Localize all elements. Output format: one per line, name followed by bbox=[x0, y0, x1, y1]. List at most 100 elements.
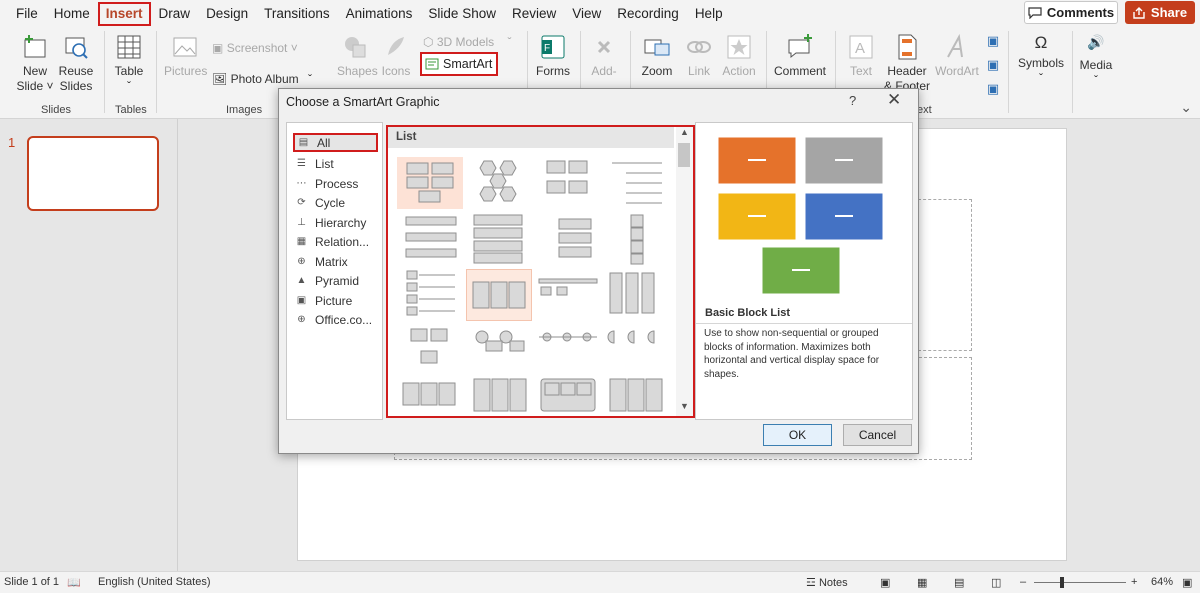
media-button[interactable]: 🔊 Media ˇ bbox=[1078, 35, 1114, 88]
fit-to-window-icon[interactable]: ▣ bbox=[1182, 576, 1192, 589]
symbols-button[interactable]: Ω Symbols ˇ bbox=[1018, 34, 1064, 86]
zoom-level[interactable]: 64% bbox=[1151, 576, 1173, 588]
category-relationship[interactable]: ▦ Relation... bbox=[296, 232, 369, 251]
3d-models-button[interactable]: ⬡ 3D Models ˇ bbox=[423, 35, 512, 50]
layout-vertical-block-list[interactable] bbox=[466, 377, 532, 429]
share-label: Share bbox=[1150, 5, 1188, 20]
category-process[interactable]: ⋯ Process bbox=[296, 174, 359, 193]
category-label: Relation... bbox=[315, 234, 370, 249]
shapes-button[interactable]: Shapes bbox=[337, 33, 378, 79]
icons-button[interactable]: Icons bbox=[381, 33, 411, 79]
gallery-scrollbar[interactable]: ▲ ▼ bbox=[676, 127, 693, 416]
smartart-button[interactable]: SmartArt bbox=[420, 52, 498, 76]
close-button[interactable]: ✕ bbox=[887, 90, 901, 110]
layout-stacked-list[interactable] bbox=[604, 213, 670, 265]
menu-help[interactable]: Help bbox=[687, 2, 731, 26]
layout-vertical-box-list[interactable] bbox=[466, 213, 532, 265]
new-slide-button[interactable]: New Slide ˅ bbox=[14, 33, 56, 94]
layout-circle-line-list[interactable] bbox=[535, 325, 601, 377]
table-button[interactable]: Table ˇ bbox=[112, 33, 146, 94]
scroll-thumb[interactable] bbox=[678, 143, 690, 167]
layout-lined-list[interactable] bbox=[604, 157, 670, 209]
category-list-item[interactable]: ☰ List bbox=[296, 154, 334, 173]
slide-sorter-icon[interactable]: ▦ bbox=[917, 576, 927, 589]
menu-home[interactable]: Home bbox=[46, 2, 98, 26]
zoom-slider-thumb[interactable] bbox=[1060, 577, 1064, 588]
header-footer-button[interactable]: Header & Footer bbox=[884, 33, 930, 94]
layout-alternating-hexagons[interactable] bbox=[466, 157, 532, 209]
zoom-slider[interactable] bbox=[1034, 582, 1126, 583]
menu-draw[interactable]: Draw bbox=[151, 2, 199, 26]
help-button[interactable]: ? bbox=[849, 93, 856, 108]
layout-circle-accent-list[interactable] bbox=[466, 325, 532, 377]
date-time-button[interactable]: ▣ bbox=[985, 33, 1001, 49]
menu-review[interactable]: Review bbox=[504, 2, 564, 26]
add-ins-button[interactable]: Add- bbox=[588, 33, 620, 79]
menu-view[interactable]: View bbox=[564, 2, 609, 26]
link-button[interactable]: Link bbox=[684, 33, 714, 79]
layout-trapezoid-list[interactable] bbox=[397, 377, 463, 429]
slideshow-view-icon[interactable]: ◫ bbox=[991, 576, 1001, 589]
layout-grouped-list[interactable] bbox=[466, 269, 532, 321]
zoom-out-icon[interactable]: – bbox=[1020, 576, 1026, 588]
layout-picture-accent-list[interactable] bbox=[397, 325, 463, 377]
category-hierarchy[interactable]: ⊥ Hierarchy bbox=[296, 213, 366, 232]
category-picture[interactable]: ▣ Picture bbox=[296, 291, 353, 310]
layout-circle-arrow-list[interactable] bbox=[604, 377, 670, 429]
title-placeholder[interactable] bbox=[918, 199, 972, 351]
cancel-button[interactable]: Cancel bbox=[843, 424, 912, 446]
object-button[interactable]: ▣ bbox=[985, 81, 1001, 97]
screenshot-button[interactable]: ▣ Screenshot ˅ bbox=[212, 41, 298, 56]
ok-button[interactable]: OK bbox=[763, 424, 832, 446]
layout-horizontal-bullet-list[interactable] bbox=[535, 213, 601, 265]
reading-view-icon[interactable]: ▤ bbox=[954, 576, 964, 589]
layout-basic-block-list[interactable] bbox=[397, 157, 463, 209]
menu-file[interactable]: File bbox=[8, 2, 46, 26]
horizontal-bullet-list-icon bbox=[558, 218, 592, 258]
layout-lined-text-list[interactable] bbox=[604, 269, 670, 321]
layout-vertical-bullet-list[interactable] bbox=[397, 213, 463, 265]
menu-bar: File Home Insert Draw Design Transitions… bbox=[0, 0, 1200, 27]
collapse-ribbon-chevron-icon[interactable]: ⌄ bbox=[1180, 99, 1192, 116]
accessibility-icon[interactable]: 📖 bbox=[67, 576, 81, 589]
new-slide-icon bbox=[24, 35, 46, 58]
text-box-button[interactable]: A Text bbox=[845, 33, 877, 79]
forms-button[interactable]: F Forms bbox=[535, 33, 571, 79]
menu-animations[interactable]: Animations bbox=[338, 2, 421, 26]
category-all[interactable]: ▤ All bbox=[293, 133, 378, 152]
normal-view-icon[interactable]: ▣ bbox=[880, 576, 890, 589]
share-button[interactable]: Share bbox=[1125, 1, 1195, 24]
zoom-button[interactable]: Zoom bbox=[640, 33, 674, 79]
slide-number-button[interactable]: ▣ bbox=[985, 57, 1001, 73]
reuse-slides-button[interactable]: Reuse Slides bbox=[58, 33, 94, 94]
slide-thumbnail[interactable] bbox=[27, 136, 159, 211]
layout-horizontal-picture-list[interactable] bbox=[535, 269, 601, 321]
layout-half-circle-list[interactable] bbox=[604, 325, 670, 377]
comments-button[interactable]: Comments bbox=[1024, 1, 1118, 24]
category-pyramid[interactable]: ▲ Pyramid bbox=[296, 271, 359, 290]
menu-design[interactable]: Design bbox=[198, 2, 256, 26]
menu-recording[interactable]: Recording bbox=[609, 2, 687, 26]
menu-transitions[interactable]: Transitions bbox=[256, 2, 338, 26]
layout-tab-list[interactable] bbox=[535, 377, 601, 429]
new-comment-button[interactable]: Comment bbox=[774, 33, 826, 79]
zoom-in-icon[interactable]: + bbox=[1131, 576, 1137, 588]
layout-picture-caption-list[interactable] bbox=[535, 157, 601, 209]
scroll-up-icon[interactable]: ▲ bbox=[676, 127, 693, 141]
pictures-icon bbox=[173, 37, 197, 57]
cycle-category-icon: ⟳ bbox=[297, 197, 306, 208]
pictures-button[interactable]: Pictures bbox=[164, 33, 208, 79]
scroll-down-icon[interactable]: ▼ bbox=[676, 401, 693, 415]
category-office-com[interactable]: ⊕ Office.co... bbox=[296, 310, 372, 329]
layout-table-list[interactable] bbox=[397, 269, 463, 321]
action-button[interactable]: Action bbox=[721, 33, 757, 79]
pictures-label: Pictures bbox=[164, 64, 208, 78]
menu-slide-show[interactable]: Slide Show bbox=[420, 2, 504, 26]
photo-album-button[interactable]: 🖼 Photo Album ˇ bbox=[212, 72, 312, 87]
language-indicator[interactable]: English (United States) bbox=[98, 576, 211, 588]
category-cycle[interactable]: ⟳ Cycle bbox=[296, 193, 345, 212]
category-matrix[interactable]: ⊕ Matrix bbox=[296, 252, 347, 271]
notes-button[interactable]: ☲ Notes bbox=[806, 576, 848, 589]
wordart-button[interactable]: WordArt bbox=[934, 33, 980, 79]
menu-insert[interactable]: Insert bbox=[97, 1, 151, 26]
